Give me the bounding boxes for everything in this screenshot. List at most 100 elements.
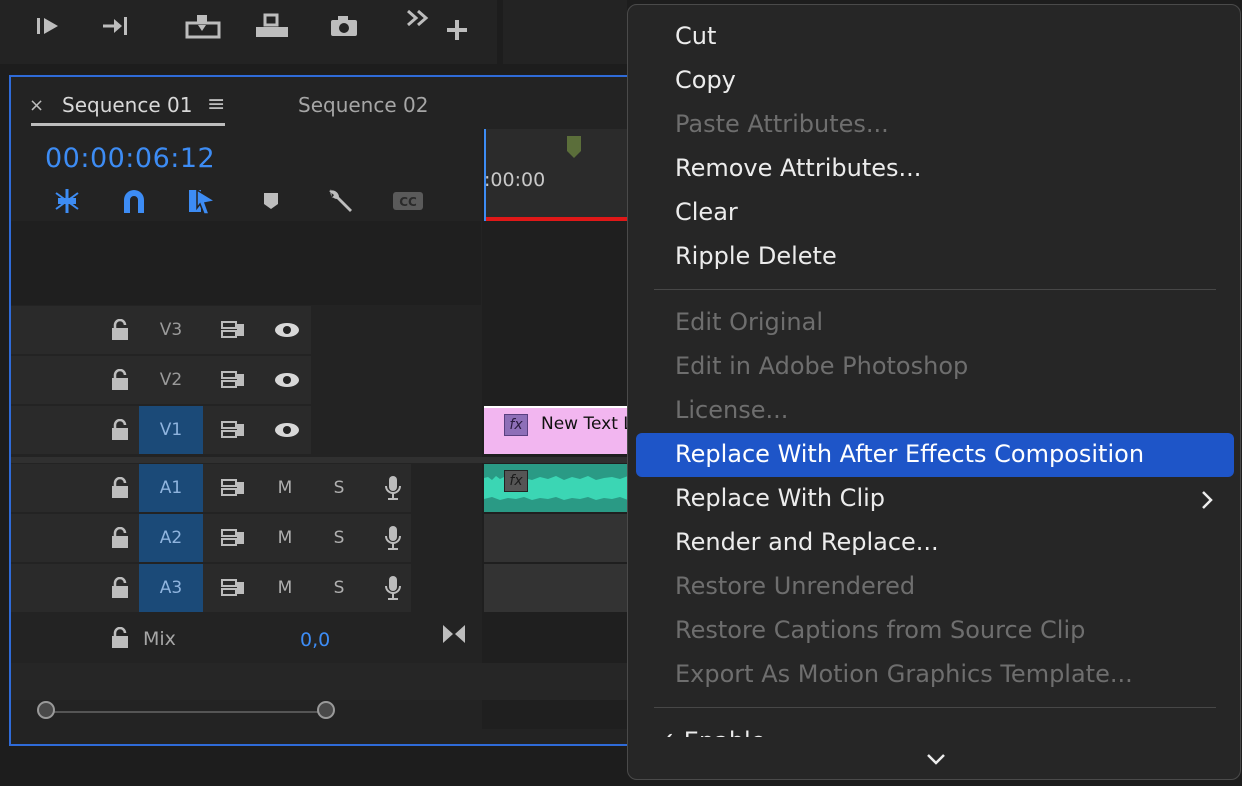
header-spacer [11,221,481,305]
marker-icon[interactable] [566,135,582,163]
mix-volume-value[interactable]: 0,0 [300,629,330,651]
solo-button[interactable]: S [327,464,351,512]
track-label: V3 [159,320,183,340]
snap-magnet-icon[interactable] [114,185,154,217]
microphone-icon[interactable] [379,464,407,512]
track-v1: V1 [11,406,481,456]
track-v2: V2 [11,356,481,406]
audio-track-lane[interactable] [484,514,639,562]
sync-lock-icon[interactable] [215,564,251,612]
menu-item-clear[interactable]: Clear [675,198,738,226]
menu-item-restore-unrendered: Restore Unrendered [675,572,916,600]
solo-button[interactable]: S [327,564,351,612]
add-marker-icon[interactable] [251,185,291,217]
track-label: V2 [159,370,183,390]
audio-clip[interactable]: fx [484,464,639,512]
bowtie-icon[interactable] [441,622,467,650]
menu-item-copy[interactable]: Copy [675,66,736,94]
camera-icon[interactable] [324,10,364,42]
context-menu: Cut Copy Paste Attributes... Remove Attr… [627,4,1241,780]
menu-item-cut[interactable]: Cut [675,22,716,50]
eye-icon[interactable] [269,306,305,354]
scrollbar-handle-left[interactable] [37,701,55,719]
track-target-v3[interactable]: V3 [139,306,203,354]
work-area-bar [484,217,639,221]
track-a3: A3 M S [11,564,481,614]
sync-lock-icon[interactable] [215,406,251,454]
track-target-a3[interactable]: A3 [139,564,203,612]
menu-separator [654,289,1216,290]
menu-item-paste-attributes: Paste Attributes... [675,110,889,138]
program-monitor-toolbar [0,0,497,64]
play-in-to-out-icon[interactable] [28,10,68,42]
microphone-icon[interactable] [379,514,407,562]
track-a2: A2 M S [11,514,481,564]
wrench-settings-icon[interactable] [320,185,360,217]
linked-selection-icon[interactable] [182,185,222,217]
submenu-chevron-icon [1200,489,1214,515]
menu-item-replace-with-clip[interactable]: Replace With Clip [675,484,885,512]
menu-item-replace-with-ae-composition[interactable]: Replace With After Effects Composition [675,440,1144,468]
mix-label: Mix [143,628,176,650]
eye-icon[interactable] [269,406,305,454]
eye-icon[interactable] [269,356,305,404]
menu-separator [654,707,1216,708]
mute-button[interactable]: M [273,464,297,512]
solo-button[interactable]: S [327,514,351,562]
empty-row [11,663,639,700]
lock-icon[interactable] [109,368,131,391]
menu-item-export-mogrt: Export As Motion Graphics Template... [675,660,1133,688]
clip-name: New Text L [541,414,633,434]
toolbar-filler [503,0,627,64]
track-label: V1 [159,420,183,440]
playhead-timecode[interactable]: 00:00:06:12 [45,143,215,174]
track-label: A1 [159,478,183,498]
menu-item-remove-attributes[interactable]: Remove Attributes... [675,154,921,182]
track-target-v2[interactable]: V2 [139,356,203,404]
track-label: A2 [159,528,183,548]
ruler-timecode: :00:00 [484,169,546,191]
zoom-scrollbar[interactable] [37,701,639,723]
tab-sequence-01[interactable]: Sequence 01 [62,93,192,117]
lock-icon[interactable] [109,318,131,341]
mute-button[interactable]: M [273,514,297,562]
lock-icon[interactable] [109,418,131,441]
more-icon[interactable] [398,2,438,34]
close-tab-icon[interactable]: × [29,95,44,116]
track-target-a1[interactable]: A1 [139,464,203,512]
tab-sequence-02[interactable]: Sequence 02 [298,93,428,117]
sync-lock-icon[interactable] [215,464,251,512]
step-forward-icon[interactable] [96,10,136,42]
tab-menu-icon[interactable]: ≡ [207,92,225,117]
track-v3: V3 [11,306,481,356]
add-button-icon[interactable] [437,14,477,46]
track-mix: Mix 0,0 [11,614,481,664]
lock-icon[interactable] [109,626,131,649]
lock-icon[interactable] [109,476,131,499]
overwrite-icon[interactable] [252,10,292,42]
video-audio-divider[interactable] [11,457,631,463]
scrollbar-track [47,711,327,713]
audio-track-lane[interactable] [484,564,639,612]
fx-badge: fx [504,470,528,492]
scroll-down-chevron-icon[interactable] [925,751,947,770]
playhead[interactable] [484,129,486,221]
microphone-icon[interactable] [379,564,407,612]
captions-icon[interactable]: CC [388,185,428,217]
track-target-a2[interactable]: A2 [139,514,203,562]
lock-icon[interactable] [109,526,131,549]
menu-item-ripple-delete[interactable]: Ripple Delete [675,242,837,270]
title-clip[interactable]: fx New Text L [484,406,639,454]
mute-button[interactable]: M [273,564,297,612]
scrollbar-handle-right[interactable] [317,701,335,719]
menu-item-enable[interactable]: ✓ Enable [656,723,766,737]
nest-sequence-icon[interactable] [47,185,87,217]
sync-lock-icon[interactable] [215,356,251,404]
menu-item-render-and-replace[interactable]: Render and Replace... [675,528,939,556]
sync-lock-icon[interactable] [215,514,251,562]
lock-icon[interactable] [109,576,131,599]
track-label: A3 [159,578,183,598]
sync-lock-icon[interactable] [215,306,251,354]
track-target-v1[interactable]: V1 [139,406,203,454]
insert-icon[interactable] [183,10,223,42]
